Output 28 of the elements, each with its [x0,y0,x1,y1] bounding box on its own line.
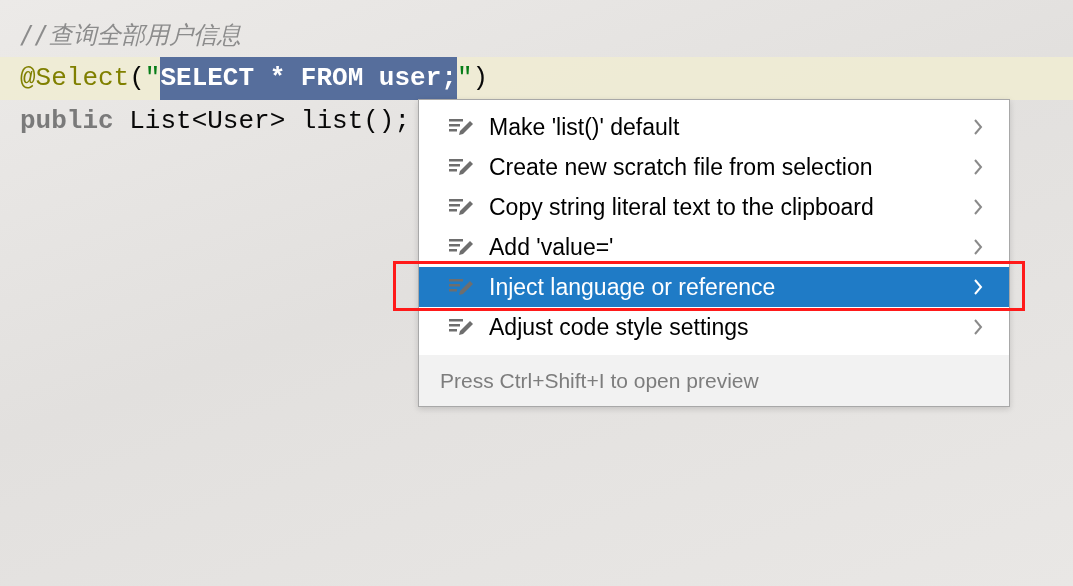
code-token: ( [129,62,145,95]
menu-item[interactable]: Adjust code style settings [419,307,1009,347]
preview-hint: Press Ctrl+Shift+I to open preview [419,355,1009,406]
chevron-right-icon [973,119,983,135]
menu-item[interactable]: Create new scratch file from selection [419,147,1009,187]
menu-item[interactable]: Add 'value=' [419,227,1009,267]
code-token: List<User> list(); [128,105,411,138]
edit-icon [449,197,475,217]
edit-icon [449,157,475,177]
edit-icon [449,277,475,297]
chevron-right-icon [973,239,983,255]
code-token: public [20,105,114,138]
chevron-right-icon [973,199,983,215]
code-token: " [144,62,161,95]
menu-item[interactable]: Make 'list()' default [419,107,1009,147]
code-token: //查询全部用户信息 [20,20,241,51]
code-token: " [456,62,473,95]
chevron-right-icon [973,159,983,175]
edit-icon [449,117,475,137]
chevron-right-icon [973,279,983,295]
edit-icon [449,237,475,257]
code-token: ) [472,62,489,95]
selected-code-text: SELECT * FROM user; [160,57,457,100]
edit-icon [449,317,475,337]
menu-item[interactable]: Copy string literal text to the clipboard [419,187,1009,227]
chevron-right-icon [973,319,983,335]
code-token: @Select [20,62,130,95]
menu-item[interactable]: Inject language or reference [419,267,1009,307]
